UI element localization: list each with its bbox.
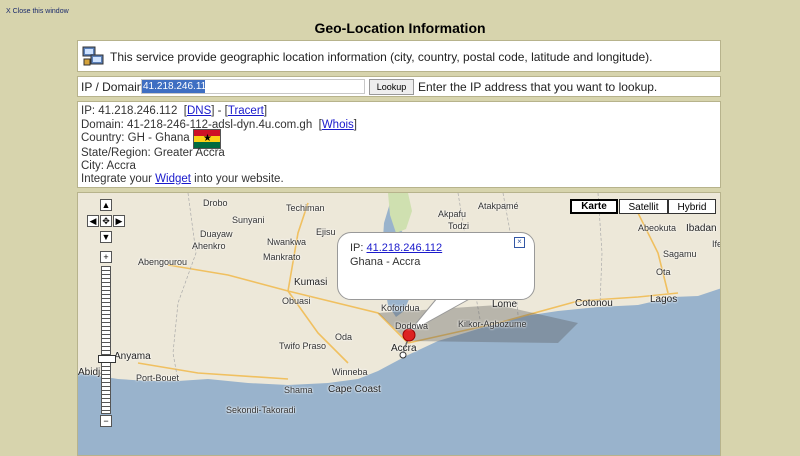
pan-up-icon[interactable]: ▲ xyxy=(100,199,112,211)
zoom-slider-thumb[interactable] xyxy=(98,355,116,363)
map-label: Twifo Praso xyxy=(279,341,327,351)
map-label: Dodowa xyxy=(395,321,429,331)
zoom-in-icon[interactable]: + xyxy=(100,251,112,263)
widget-link[interactable]: Widget xyxy=(155,173,191,185)
ip-prefix: IP: xyxy=(81,105,99,117)
bubble-ip-label: IP: xyxy=(350,242,367,254)
info-panel: IP: 41.218.246.112 [DNS] - [Tracert] Dom… xyxy=(77,101,721,188)
map-label: Lome xyxy=(492,299,518,310)
separator: - xyxy=(217,105,222,117)
map-label: Abeokuta xyxy=(638,223,677,233)
bubble-ip-link[interactable]: 41.218.246.112 xyxy=(367,242,443,254)
map-label: Abengourou xyxy=(138,257,188,267)
country-line: Country: GH - Ghana xyxy=(81,132,190,144)
info-bubble: IP: 41.218.246.112 Ghana - Accra × xyxy=(337,232,535,300)
map-label: Atakpamé xyxy=(478,201,519,211)
map-label: Sunyani xyxy=(232,215,265,225)
map-label: Akpafu xyxy=(438,209,467,219)
map-type-hybrid-button[interactable]: Hybrid xyxy=(668,199,716,214)
ip-line: IP: 41.218.246.112 [DNS] - [Tracert] xyxy=(81,105,268,117)
map-label: Kilkor-Agbozume xyxy=(458,319,527,329)
map-label: Techiman xyxy=(286,203,325,213)
map-label: Obuasi xyxy=(282,296,311,306)
close-icon[interactable]: × xyxy=(514,237,525,248)
service-description: This service provide geographic location… xyxy=(110,50,653,64)
city-line: City: Accra xyxy=(81,160,136,172)
map-label: Ota xyxy=(656,267,671,277)
ip-domain-label: IP / Domain xyxy=(81,80,144,94)
map-type-karte-button[interactable]: Karte xyxy=(570,199,618,214)
ip-value: 41.218.246.112 xyxy=(98,105,178,117)
domain-prefix: Domain: xyxy=(81,119,128,131)
map-label: Oda xyxy=(335,332,353,342)
map-label: Cotonou xyxy=(575,298,613,309)
integrate-prefix: Integrate your xyxy=(81,173,156,185)
widget-line: Integrate your Widget into your website. xyxy=(81,173,284,185)
map-label: Todzi xyxy=(448,221,470,231)
map-label: Lagos xyxy=(650,294,678,305)
map-label: Nwankwa xyxy=(267,237,307,247)
pan-right-icon[interactable]: ▶ xyxy=(113,215,125,227)
pan-center-icon[interactable]: ✥ xyxy=(100,215,112,227)
map-label: Winneba xyxy=(332,367,368,377)
pan-down-icon[interactable]: ▼ xyxy=(100,231,112,243)
map-label: Accra xyxy=(391,343,417,354)
map-label: Sagamu xyxy=(663,249,697,259)
description-panel: This service provide geographic location… xyxy=(77,40,721,72)
lookup-hint: Enter the IP address that you want to lo… xyxy=(418,80,658,94)
region-line: State/Region: Greater Accra xyxy=(81,147,225,159)
map-label: Kumasi xyxy=(294,277,328,288)
map-label: Mankrato xyxy=(263,252,301,262)
map-label: Anyama xyxy=(114,351,151,362)
whois-link[interactable]: Whois xyxy=(322,119,354,131)
close-window-link[interactable]: X Close this window xyxy=(6,8,69,15)
map-label: Ahenkro xyxy=(192,241,226,251)
ghana-flag-icon: ★ xyxy=(193,129,221,149)
map-label: Shama xyxy=(284,385,313,395)
lookup-button[interactable]: Lookup xyxy=(369,79,414,95)
pan-left-icon[interactable]: ◀ xyxy=(87,215,99,227)
bubble-place: Ghana - Accra xyxy=(350,256,421,268)
map-label: Cape Coast xyxy=(328,384,381,395)
map-label: Ibadan xyxy=(686,223,717,234)
lookup-panel: IP / Domain Lookup Enter the IP address … xyxy=(77,76,721,97)
map-label: Drobo xyxy=(203,198,228,208)
map-label: Koforidua xyxy=(381,303,420,313)
map-type-satellit-button[interactable]: Satellit xyxy=(619,199,668,214)
dns-link[interactable]: DNS xyxy=(187,105,211,117)
map-panel[interactable]: Drobo Techiman Atakpamé Sunyani Akpafu T… xyxy=(77,192,721,456)
map-label: Port-Bouet xyxy=(136,373,180,383)
tracert-link[interactable]: Tracert xyxy=(228,105,264,117)
map-label: Duayaw xyxy=(200,229,233,239)
integrate-suffix: into your website. xyxy=(190,173,284,185)
zoom-out-icon[interactable]: − xyxy=(100,415,112,427)
map-label: Ife xyxy=(712,239,720,249)
zoom-slider-track[interactable] xyxy=(101,266,111,414)
ip-domain-input[interactable] xyxy=(141,79,365,94)
map-label: Ejisu xyxy=(316,227,336,237)
page-title: Geo-Location Information xyxy=(314,20,486,36)
bubble-ip-line: IP: 41.218.246.112 xyxy=(350,242,442,254)
computer-network-icon xyxy=(82,46,104,66)
map-label: Sekondi-Takoradi xyxy=(226,405,296,415)
